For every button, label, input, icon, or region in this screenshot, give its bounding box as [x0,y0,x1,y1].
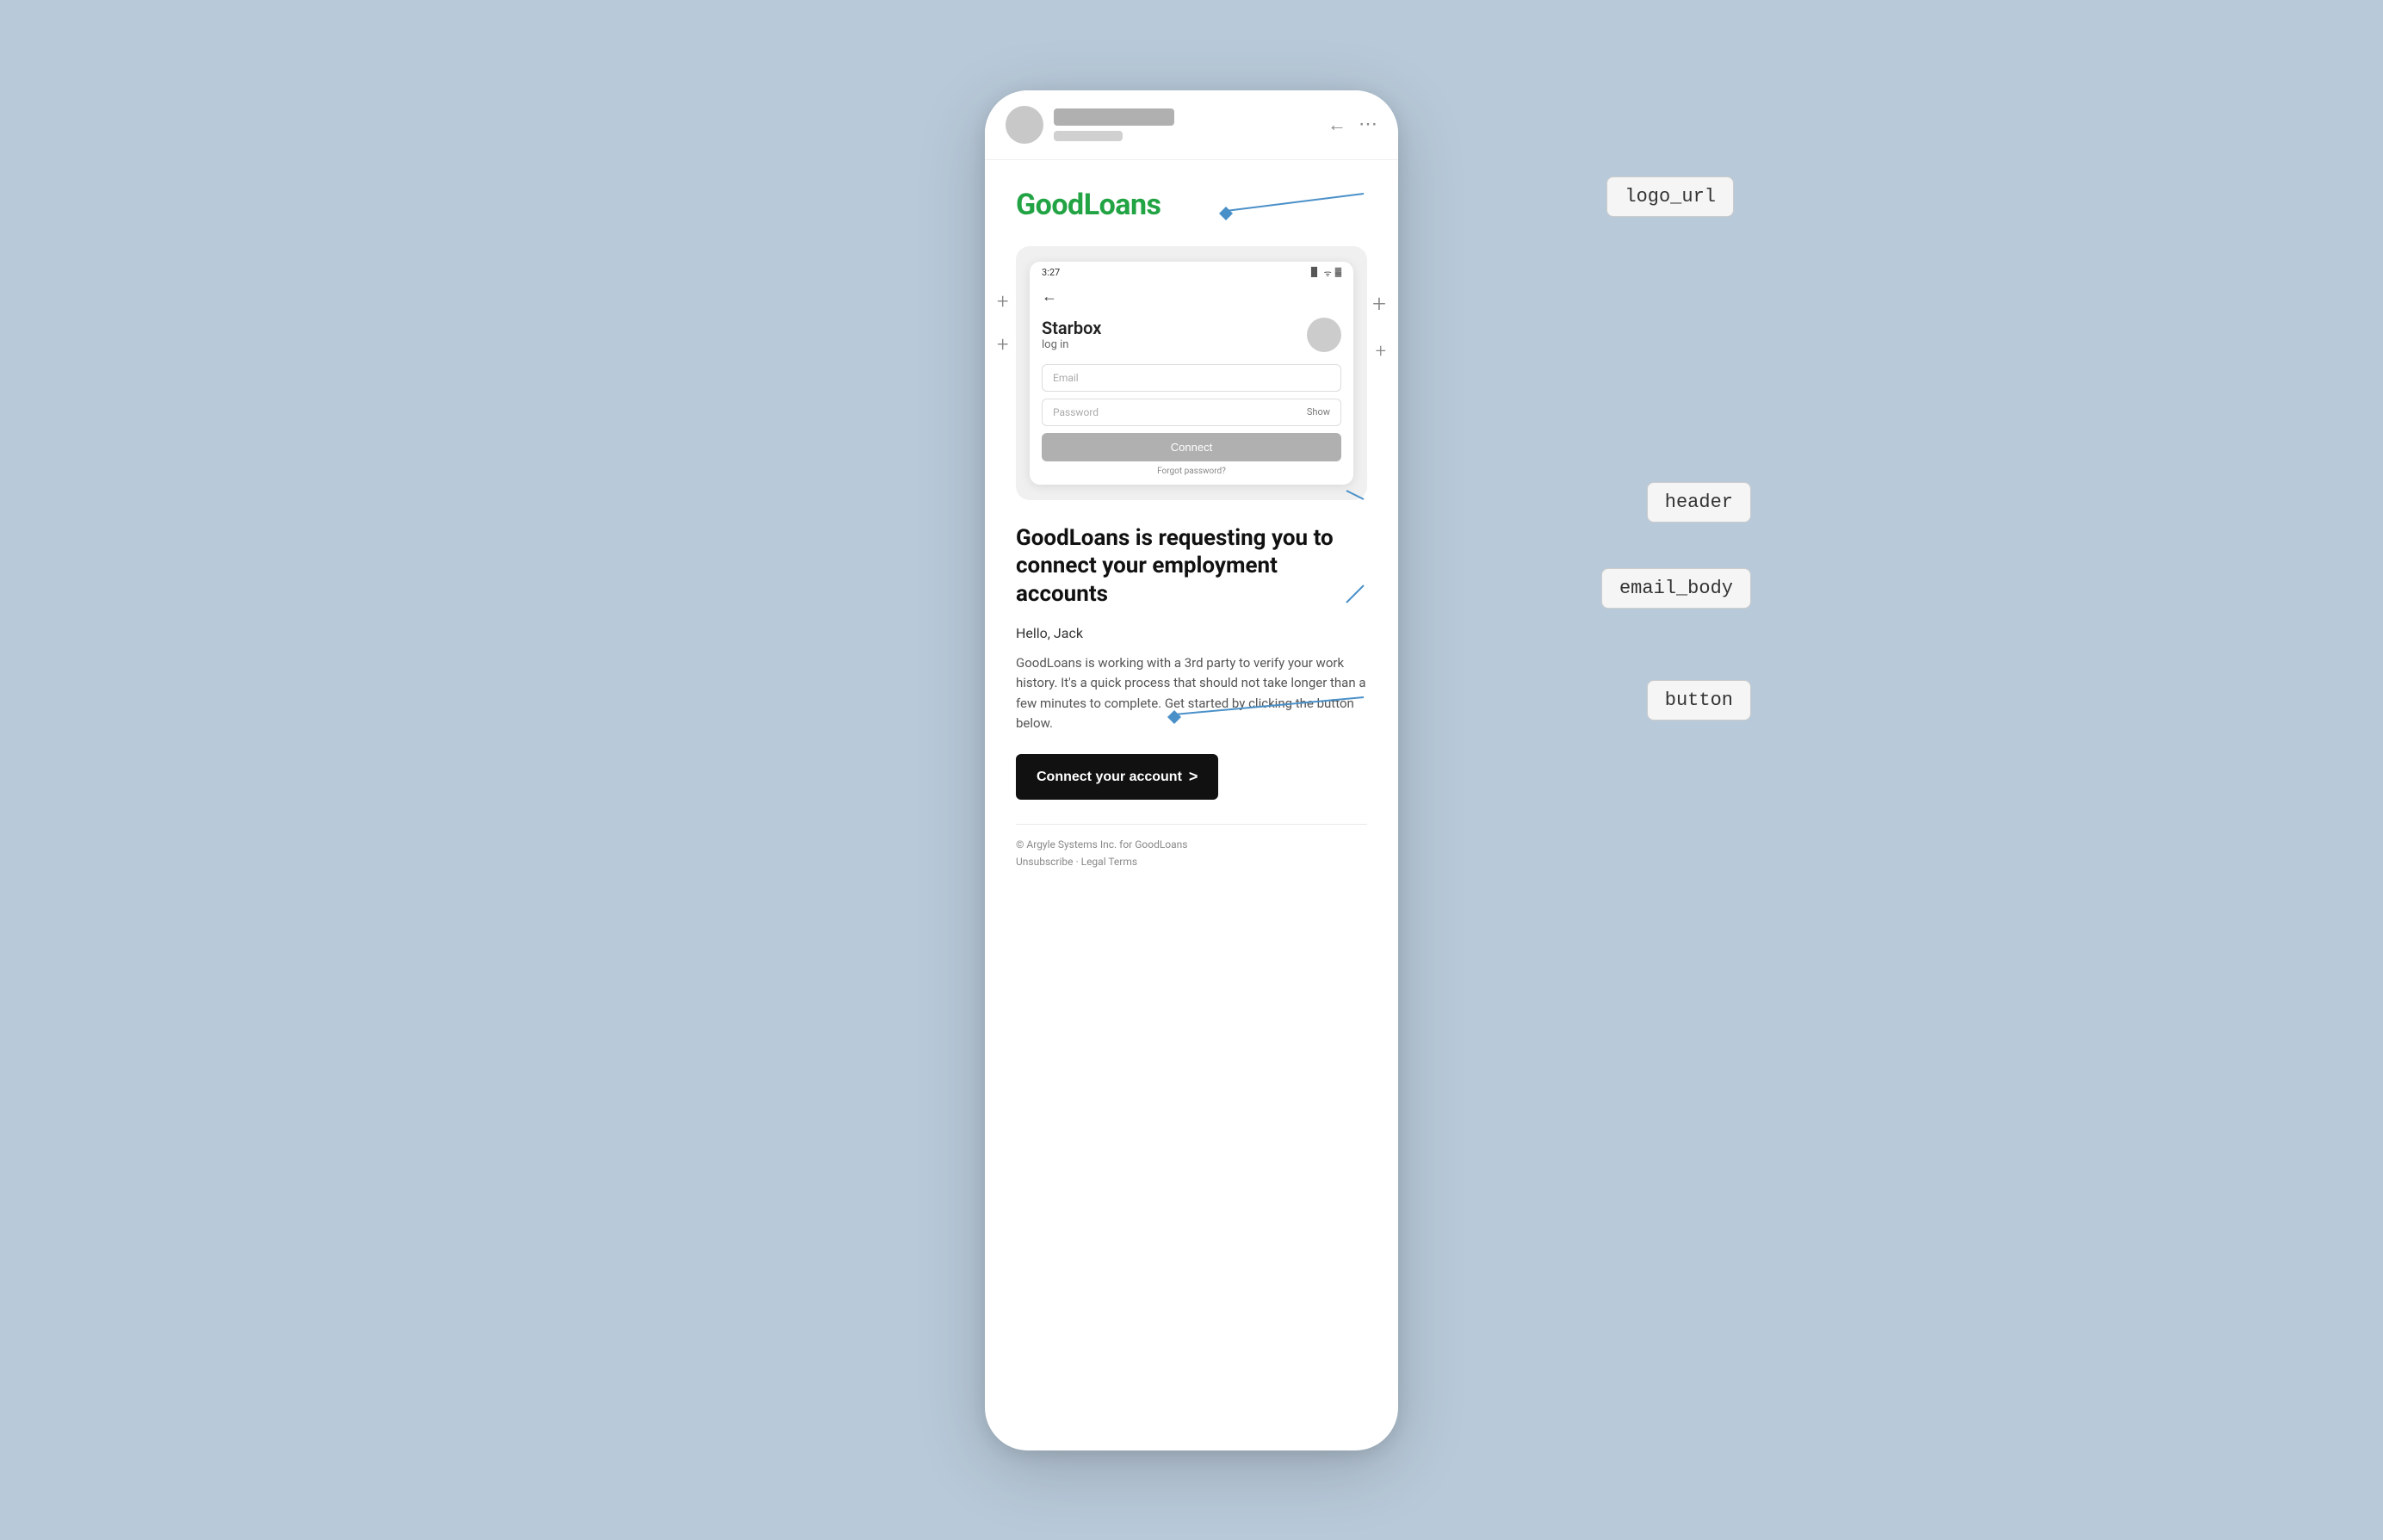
inner-phone-wrapper: + + + + 3:27 ▐▌ ᯤ ▓ ← [1016,246,1367,500]
url-text [1054,108,1174,126]
email-section: GoodLoans is requesting you to connect y… [1016,524,1367,889]
inner-form: Email Password Show Connect Forgot passw… [1030,361,1353,485]
email-body: GoodLoans is working with a 3rd party to… [1016,653,1367,733]
annotation-email-body: email_body [1601,568,1751,609]
inner-time: 3:27 [1042,267,1060,278]
plus-icon-right-top: + [1372,289,1386,318]
phone-frame: ← ⋯ GoodLoans + + + + 3:27 [985,90,1398,1450]
inner-password-row: Password Show [1042,399,1341,426]
email-footer-copyright: © Argyle Systems Inc. for GoodLoans [1016,838,1367,850]
wifi-icon: ᯤ [1324,267,1332,279]
inner-login-label: log in [1042,338,1101,351]
inner-connect-button[interactable]: Connect [1042,433,1341,461]
inner-forgot-password[interactable]: Forgot password? [1042,467,1341,476]
inner-company-name: Starbox [1042,318,1101,338]
annotation-logo-url: logo_url [1606,176,1734,217]
inner-show-button[interactable]: Show [1307,406,1330,417]
annotation-header: header [1647,482,1751,523]
email-header: GoodLoans is requesting you to connect y… [1016,524,1367,609]
inner-email-input[interactable]: Email [1042,364,1341,392]
url-bar [1054,108,1317,141]
inner-status-icons: ▐▌ ᯤ ▓ [1308,267,1341,279]
more-icon[interactable]: ⋯ [1359,114,1377,135]
scene: ← ⋯ GoodLoans + + + + 3:27 [589,60,1794,1481]
plus-icon-right-bottom: + [1376,341,1386,362]
email-divider [1016,824,1367,825]
inner-header: Starbox log in [1030,312,1353,361]
connect-account-button[interactable]: Connect your account > [1016,754,1218,800]
phone-content: GoodLoans + + + + 3:27 ▐▌ ᯤ ▓ [985,160,1398,889]
inner-status-bar: 3:27 ▐▌ ᯤ ▓ [1030,262,1353,284]
back-icon[interactable]: ← [1328,114,1346,136]
browser-icons: ← ⋯ [1328,114,1377,136]
inner-nav: ← [1030,284,1353,312]
signal-icon: ▐▌ [1308,268,1320,277]
url-sub [1054,131,1123,141]
logo-text: GoodLoans [1016,188,1161,222]
email-footer-links: Unsubscribe · Legal Terms [1016,856,1367,868]
inner-phone: 3:27 ▐▌ ᯤ ▓ ← Starbox log in [1030,262,1353,485]
inner-back-arrow[interactable]: ← [1042,288,1057,306]
phone-topbar: ← ⋯ [985,90,1398,160]
logo-good: Good [1016,188,1084,222]
plus-icon-left-top: + [997,289,1009,313]
goodloans-logo: GoodLoans [1016,188,1367,222]
annotation-button: button [1647,680,1751,721]
avatar [1006,106,1043,144]
connect-btn-label: Connect your account [1037,770,1182,785]
connect-btn-arrow-icon: > [1189,768,1198,786]
email-greeting: Hello, Jack [1016,625,1367,641]
battery-icon: ▓ [1335,268,1341,277]
logo-loans: Loans [1084,188,1161,222]
inner-company-info: Starbox log in [1042,318,1101,351]
inner-company-logo [1307,318,1341,352]
inner-password-label: Password [1053,406,1099,418]
plus-icon-left-bottom: + [997,332,1009,356]
